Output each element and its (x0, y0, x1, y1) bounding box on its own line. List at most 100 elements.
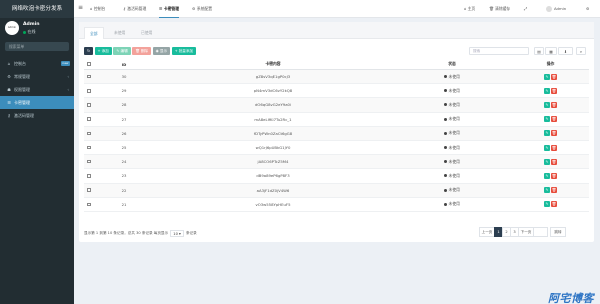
clear-cache-button[interactable]: 🗑 清除缓存 (489, 0, 510, 18)
table-body: 30 gZ8sV3qE1gP0cJ3 未使用 ✎ 🗑 29 pN4mV3dC6vY2kQ8 未… (84, 70, 589, 212)
row-checkbox[interactable] (87, 202, 91, 207)
filter-tab-unused[interactable]: 未使用 (109, 27, 130, 39)
table-search[interactable] (469, 47, 529, 55)
new-badge: new (60, 61, 70, 66)
toolbar: ↻ + 添加 ✎ 编辑 🗑 删除 ◉ 显示 + 批量添加 (84, 47, 198, 55)
sidebar-item-activation-codes[interactable]: ⚷ 激活码管理 (0, 109, 74, 122)
table-row[interactable]: 22 aA3jF1dZ0jV4W6 未使用 ✎ 🗑 (84, 183, 589, 198)
gears-icon[interactable]: ⚙ (586, 0, 589, 18)
fullscreen-icon[interactable]: ⤢ (524, 0, 527, 18)
go-button[interactable]: 跳转 (550, 227, 566, 237)
filter-tab-all[interactable]: 全部 (84, 27, 104, 39)
row-checkbox[interactable] (87, 145, 91, 150)
row-edit-icon[interactable]: ✎ (544, 87, 550, 94)
sidebar-item-general[interactable]: ⚙ 常规管理 ‹ (0, 70, 74, 83)
row-delete-icon[interactable]: 🗑 (551, 158, 557, 165)
chevron-left-icon: ‹ (67, 74, 69, 79)
batch-add-button[interactable]: + 批量添加 (171, 47, 197, 55)
row-select-cell (84, 84, 94, 97)
row-checkbox[interactable] (87, 174, 91, 178)
tab-dashboard[interactable]: ⌂ 控制台 (90, 0, 105, 18)
refresh-button[interactable]: ↻ (84, 47, 93, 55)
sidebar-search-input[interactable] (5, 42, 69, 51)
table-row[interactable]: 26 fDTyPWn0ZaCt6gG8 未使用 ✎ 🗑 (84, 126, 589, 141)
table-row[interactable]: 25 wQ1rJ6pUBkG1jY0 未使用 ✎ 🗑 (84, 141, 589, 156)
columns-icon[interactable]: ▦ (545, 47, 557, 55)
tab-system-config[interactable]: ⚙ 系统配置 (192, 0, 212, 18)
table-search-input[interactable] (470, 48, 528, 54)
row-edit-icon[interactable]: ✎ (544, 116, 550, 123)
row-edit-icon[interactable]: ✎ (544, 73, 550, 80)
list-icon: ☰ (7, 100, 11, 105)
row-delete-icon[interactable]: 🗑 (551, 73, 557, 80)
row-checkbox[interactable] (87, 103, 91, 107)
row-edit-icon[interactable]: ✎ (544, 130, 550, 137)
sidebar-search[interactable] (5, 42, 69, 51)
row-edit-icon[interactable]: ✎ (544, 158, 550, 165)
delete-button[interactable]: 🗑 删除 (132, 47, 152, 55)
tab-label: 卡密管理 (163, 6, 180, 11)
row-edit-icon[interactable]: ✎ (544, 187, 550, 194)
show-button[interactable]: ◉ 显示 (152, 47, 171, 55)
table-row[interactable]: 27 mA8eLIfKi7Tu2Rc_1 未使用 ✎ 🗑 (84, 113, 589, 127)
table-row[interactable]: 23 dB9a89eP6gP8F3 未使用 ✎ 🗑 (84, 169, 589, 184)
prev-page-button[interactable]: 上一页 (479, 227, 495, 237)
select-all-checkbox[interactable] (87, 62, 91, 66)
row-delete-icon[interactable]: 🗑 (551, 144, 557, 151)
row-delete-icon[interactable]: 🗑 (551, 201, 557, 208)
menu-toggle-icon[interactable]: ≡ (78, 4, 83, 11)
row-id: 28 (121, 102, 127, 108)
home-link[interactable]: ⌂ 主页 (464, 0, 475, 18)
user-status-label: 在线 (27, 29, 36, 34)
table-row[interactable]: 21 vO3w558YpHEuF5 未使用 ✎ 🗑 (84, 198, 589, 212)
edit-button[interactable]: ✎ 编辑 (113, 47, 131, 55)
row-select-cell (84, 141, 94, 154)
row-edit-icon[interactable]: ✎ (544, 101, 550, 108)
row-delete-icon[interactable]: 🗑 (551, 172, 557, 179)
tab-cards[interactable]: ☰ 卡密管理 (159, 0, 180, 18)
page-jump-input[interactable] (533, 227, 548, 237)
next-page-button[interactable]: 下一页 (518, 227, 534, 237)
row-edit-icon[interactable]: ✎ (544, 172, 550, 179)
pagination-info: 显示第 1 到第 10 条记录，总共 30 条记录 每页显示 10 ▾ 条记录 (84, 229, 197, 237)
page-size-select[interactable]: 10 ▾ (170, 229, 184, 237)
list-icon: ☰ (159, 6, 163, 11)
row-delete-icon[interactable]: 🗑 (551, 116, 557, 123)
search-icon[interactable]: ⌕ (576, 47, 586, 55)
toggle-view-icon[interactable]: ▤ (534, 47, 544, 55)
sidebar-item-cards[interactable]: ☰ 卡密管理 (0, 96, 74, 109)
export-icon[interactable]: ⬇ (558, 47, 573, 55)
row-delete-icon[interactable]: 🗑 (551, 87, 557, 94)
row-checkbox[interactable] (87, 89, 91, 93)
row-card-content: vO3w558YpHEuF5 (255, 201, 291, 207)
row-edit-icon[interactable]: ✎ (544, 201, 550, 208)
row-checkbox[interactable] (87, 159, 91, 164)
row-checkbox[interactable] (87, 117, 91, 121)
row-checkbox[interactable] (87, 74, 91, 79)
table-row[interactable]: 28 dO6qG8vG2eY9a0i 未使用 ✎ 🗑 (84, 98, 589, 113)
column-header-id[interactable]: ID (94, 59, 154, 69)
tab-activation-codes[interactable]: ⚷ 激活码管理 (123, 0, 146, 18)
sidebar-item-permissions[interactable]: ☗ 权限管理 ‹ (0, 83, 74, 96)
row-operations: ✎ 🗑 (512, 84, 589, 97)
add-button[interactable]: + 添加 (94, 47, 112, 55)
cards-table: ID 卡密内容 状态 操作 30 gZ8sV3qE1gP0cJ3 未使用 ✎ 🗑 29 pN… (84, 59, 589, 212)
row-edit-icon[interactable]: ✎ (544, 144, 550, 151)
user-menu[interactable]: Admin (546, 0, 566, 18)
table-row[interactable]: 29 pN4mV3dC6vY2kQ8 未使用 ✎ 🗑 (84, 84, 589, 99)
row-status: 未使用 (392, 84, 512, 97)
row-status: 未使用 (392, 155, 512, 168)
row-status-label: 未使用 (448, 130, 460, 136)
sidebar-item-dashboard[interactable]: ⌂ 控制台 new (0, 57, 74, 70)
table-row[interactable]: 24 jA8CO6PTcZ5M4 未使用 ✎ 🗑 (84, 155, 589, 170)
row-card-content: dO6qG8vG2eY9a0i (254, 102, 292, 108)
row-checkbox[interactable] (87, 131, 91, 136)
row-delete-icon[interactable]: 🗑 (551, 187, 557, 194)
brand-title[interactable]: 网络吹泡卡密分发系 (0, 0, 74, 18)
row-delete-icon[interactable]: 🗑 (551, 101, 557, 108)
filter-tab-used[interactable]: 已使用 (136, 27, 157, 39)
table-row[interactable]: 30 gZ8sV3qE1gP0cJ3 未使用 ✎ 🗑 (84, 70, 589, 85)
row-id: 26 (121, 130, 127, 136)
row-delete-icon[interactable]: 🗑 (551, 130, 557, 137)
row-checkbox[interactable] (87, 188, 91, 192)
